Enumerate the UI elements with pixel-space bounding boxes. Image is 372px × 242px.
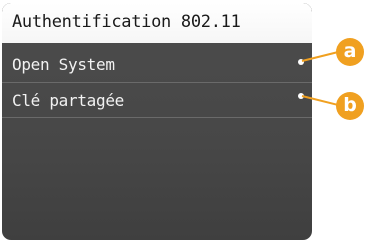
device-screen: Authentification 802.11 Open System Clé … xyxy=(2,3,312,240)
callout-b-badge: b xyxy=(336,92,364,120)
menu-item-open-system[interactable]: Open System xyxy=(2,46,312,82)
title-bar: Authentification 802.11 xyxy=(2,3,312,43)
callout-a-badge: a xyxy=(336,38,364,66)
screen-title: Authentification 802.11 xyxy=(12,12,241,32)
menu-item-label: Open System xyxy=(12,55,115,74)
menu-item-shared-key[interactable]: Clé partagée xyxy=(2,82,312,118)
divider xyxy=(2,117,312,118)
menu-item-label: Clé partagée xyxy=(12,91,124,110)
